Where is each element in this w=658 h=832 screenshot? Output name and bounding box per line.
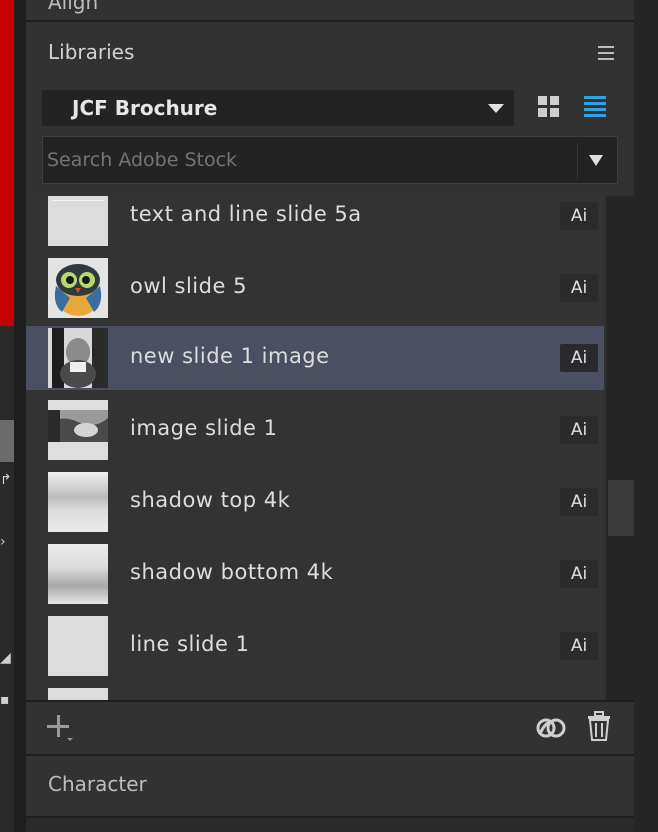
next-panel-header xyxy=(26,816,634,832)
list-item[interactable]: image slide 1 Ai xyxy=(26,398,604,462)
list-item[interactable]: owl slide 5 Ai xyxy=(26,256,604,320)
shadow-bottom-thumbnail xyxy=(48,544,108,604)
item-name: image slide 1 xyxy=(130,416,278,440)
search-dropdown-icon[interactable] xyxy=(589,155,603,166)
tool-icon[interactable]: ◢ xyxy=(0,650,14,666)
list-item[interactable]: shadow bottom 4k Ai xyxy=(26,542,604,606)
item-thumbnail xyxy=(48,616,108,676)
item-name: shadow bottom 4k xyxy=(130,560,334,584)
item-name: owl slide 5 xyxy=(130,274,247,298)
item-thumbnail xyxy=(48,688,108,700)
owl-thumbnail xyxy=(48,258,108,318)
character-panel-title[interactable]: Character xyxy=(48,772,147,796)
search-input[interactable] xyxy=(43,137,575,183)
align-panel-title: Align xyxy=(48,0,99,14)
illustrator-badge: Ai xyxy=(560,274,598,302)
align-panel-header[interactable]: Align xyxy=(26,0,634,22)
item-name: new slide 1 image xyxy=(130,344,330,368)
library-items-list[interactable]: text and line slide 5a Ai owl slide 5 Ai xyxy=(26,196,604,700)
list-item-selected[interactable]: new slide 1 image Ai xyxy=(26,326,604,390)
list-item[interactable] xyxy=(26,686,604,700)
hamburger-menu-icon[interactable] xyxy=(598,46,614,60)
list-item[interactable]: shadow top 4k Ai xyxy=(26,470,604,534)
libraries-panel-dock: Align Libraries JCF Brochure text and li… xyxy=(26,0,634,832)
shadow-top-thumbnail xyxy=(48,472,108,532)
illustrator-badge: Ai xyxy=(560,488,598,516)
search-divider xyxy=(577,143,578,179)
panel-divider xyxy=(26,754,634,756)
list-view-icon[interactable] xyxy=(584,96,606,118)
illustrator-badge: Ai xyxy=(560,416,598,444)
item-thumbnail xyxy=(48,196,108,246)
chevron-right-icon[interactable]: › xyxy=(0,534,14,550)
illustrator-badge: Ai xyxy=(560,202,598,230)
toolbar-block xyxy=(0,420,14,462)
app-red-bar xyxy=(0,0,14,326)
list-item[interactable]: line slide 1 Ai xyxy=(26,614,604,678)
list-scrollbar[interactable] xyxy=(606,196,634,700)
creative-cloud-icon[interactable] xyxy=(534,712,568,742)
trash-icon[interactable] xyxy=(586,710,612,742)
search-adobe-stock xyxy=(42,136,618,184)
landscape-photo-thumbnail xyxy=(48,400,108,460)
illustrator-badge: Ai xyxy=(560,560,598,588)
left-toolbar-strip: ↱ › ◢ ▪ xyxy=(0,0,14,832)
library-selector-value: JCF Brochure xyxy=(72,96,218,120)
item-name: shadow top 4k xyxy=(130,488,291,512)
scrollbar-thumb[interactable] xyxy=(608,480,634,536)
comment-icon[interactable]: ▪ xyxy=(0,692,14,708)
libraries-title: Libraries xyxy=(48,40,135,64)
illustrator-badge: Ai xyxy=(560,632,598,660)
transform-icon[interactable]: ↱ xyxy=(0,472,14,488)
illustrator-badge: Ai xyxy=(560,344,598,372)
right-background xyxy=(634,0,658,832)
library-selector[interactable]: JCF Brochure xyxy=(42,90,514,126)
plus-icon[interactable] xyxy=(46,714,74,742)
chevron-down-icon xyxy=(488,104,504,113)
libraries-footer xyxy=(26,700,634,754)
item-name: text and line slide 5a xyxy=(130,202,362,226)
portrait-photo-thumbnail xyxy=(48,328,108,388)
list-item[interactable]: text and line slide 5a Ai xyxy=(26,196,604,248)
grid-view-icon[interactable] xyxy=(538,96,560,118)
panel-gutter xyxy=(14,0,26,832)
item-name: line slide 1 xyxy=(130,632,250,656)
